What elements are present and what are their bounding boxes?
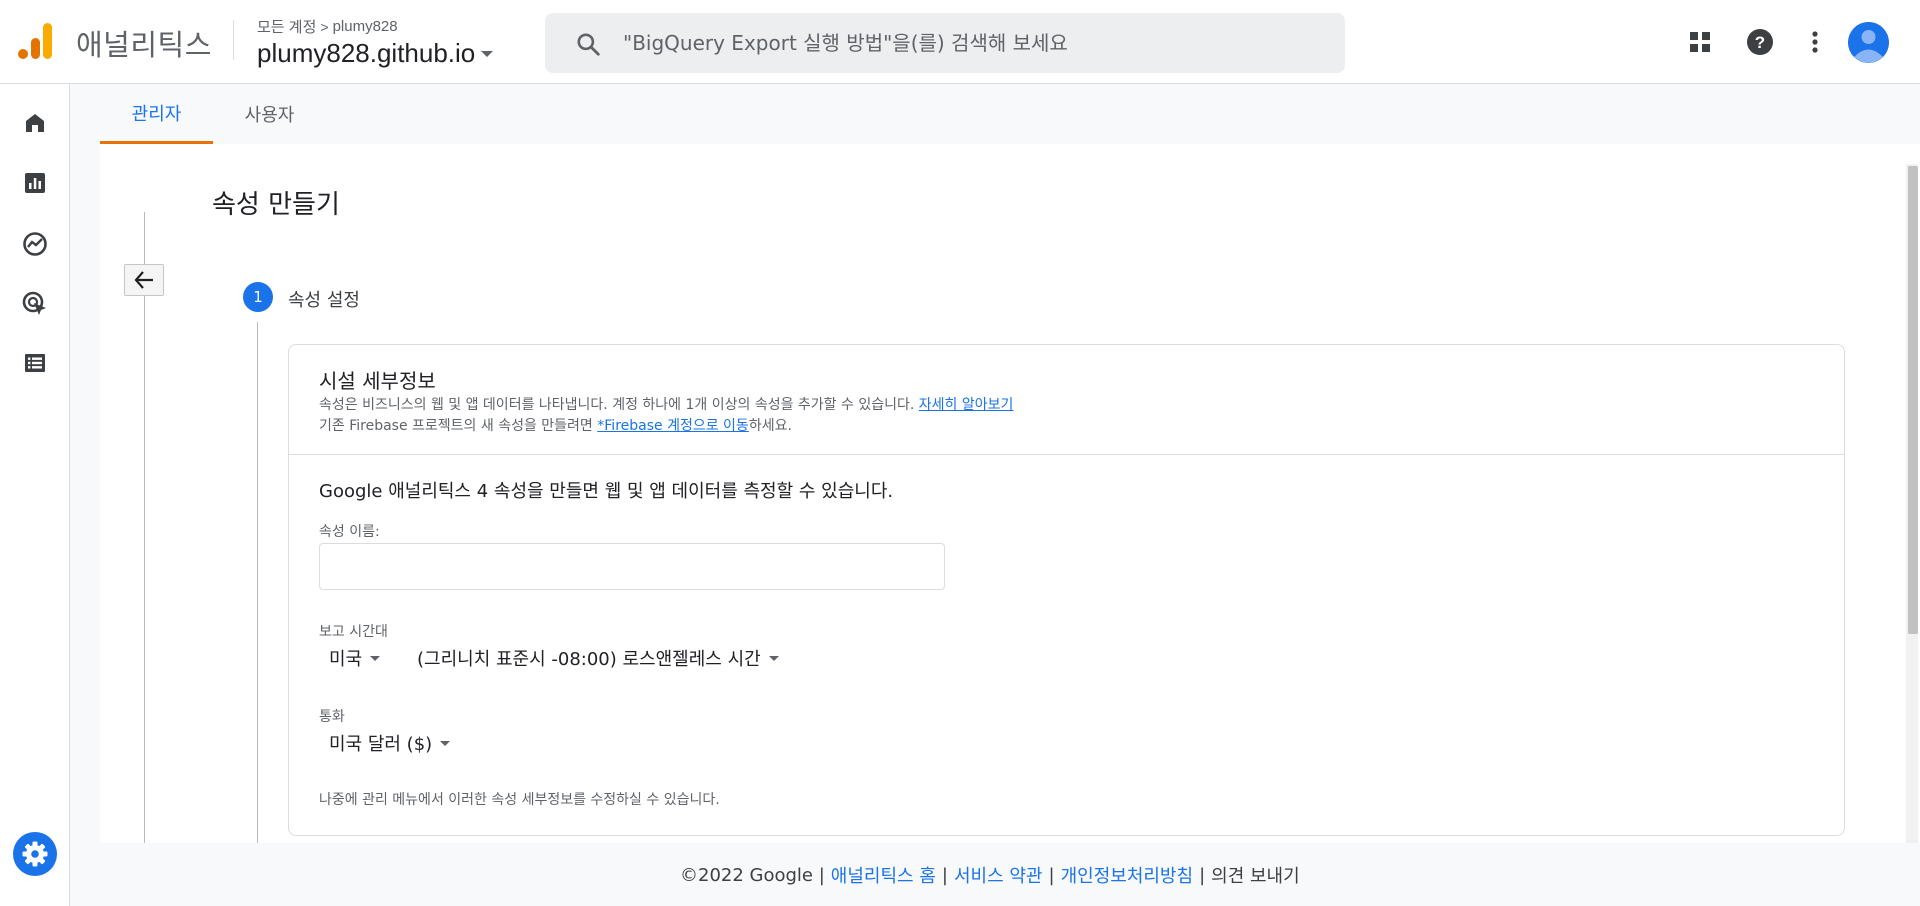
breadcrumb-account[interactable]: plumy828 — [333, 18, 398, 35]
card-description: 속성은 비즈니스의 웹 및 앱 데이터를 나타냅니다. 계정 하나에 1개 이상… — [319, 395, 1013, 437]
header-divider — [233, 20, 234, 60]
search-bar[interactable] — [545, 13, 1345, 73]
page-footer: ©2022 Google | 애널리틱스 홈 | 서비스 약관 | 개인정보처리… — [680, 862, 1300, 888]
more-options-button[interactable] — [1795, 22, 1835, 62]
analytics-home-link[interactable]: 애널리틱스 홈 — [831, 862, 936, 888]
learn-more-link[interactable]: 자세히 알아보기 — [919, 397, 1014, 413]
step-label: 속성 설정 — [288, 290, 360, 311]
timezone-label: 보고 시간대 — [319, 624, 388, 640]
property-selector[interactable]: plumy828.github.io — [257, 38, 494, 69]
home-icon — [26, 114, 44, 132]
caret-down-icon — [440, 740, 451, 746]
arrow-back-icon — [134, 271, 153, 289]
feedback-link[interactable]: 의견 보내기 — [1211, 862, 1300, 888]
caret-down-icon — [768, 655, 779, 661]
footer-separator: | — [1048, 864, 1055, 886]
description-text-1: 속성은 비즈니스의 웹 및 앱 데이터를 나타냅니다. 계정 하나에 1개 이상… — [319, 397, 919, 413]
account-avatar[interactable] — [1848, 22, 1889, 63]
explore-icon — [23, 232, 47, 256]
copyright: ©2022 Google | — [680, 864, 825, 886]
create-property-panel: 속성 만들기 1 속성 설정 시설 세부정보 속성은 비즈니스의 웹 및 앱 데… — [100, 144, 1920, 843]
breadcrumb-separator: > — [320, 18, 329, 35]
apps-button[interactable] — [1680, 22, 1720, 62]
card-header: 시설 세부정보 속성은 비즈니스의 웹 및 앱 데이터를 나타냅니다. 계정 하… — [289, 345, 1844, 455]
breadcrumb: 모든 계정 > plumy828 — [257, 16, 398, 37]
admin-settings-button[interactable] — [13, 832, 57, 876]
advertising-icon — [22, 291, 46, 315]
description-line-1: 속성은 비즈니스의 웹 및 앱 데이터를 나타냅니다. 계정 하나에 1개 이상… — [319, 395, 1013, 416]
firebase-account-link[interactable]: *Firebase 계정으로 이동 — [597, 418, 749, 434]
timezone-value: (그리니치 표준시 -08:00) 로스앤젤레스 시간 — [417, 649, 761, 670]
card-title: 시설 세부정보 — [319, 369, 436, 393]
step-number-badge: 1 — [243, 282, 273, 312]
nav-advertising[interactable] — [18, 287, 52, 321]
settings-icon — [22, 841, 48, 867]
terms-link[interactable]: 서비스 약관 — [954, 862, 1043, 888]
country-value: 미국 — [329, 649, 363, 670]
timezone-dropdown[interactable]: (그리니치 표준시 -08:00) 로스앤젤레스 시간 — [417, 645, 779, 671]
more-vert-icon — [1812, 31, 1818, 53]
tab-admin[interactable]: 관리자 — [100, 84, 213, 144]
property-name: plumy828.github.io — [257, 38, 476, 68]
apps-grid-icon — [1690, 32, 1710, 52]
currency-value: 미국 달러 ($) — [329, 734, 433, 755]
page-title: 속성 만들기 — [212, 190, 340, 220]
scrollbar-thumb[interactable] — [1908, 166, 1918, 634]
nav-reports[interactable] — [18, 166, 52, 200]
tab-user[interactable]: 사용자 — [213, 84, 326, 144]
caret-down-icon — [481, 50, 494, 57]
property-details-card: 시설 세부정보 속성은 비즈니스의 웹 및 앱 데이터를 나타냅니다. 계정 하… — [288, 344, 1845, 836]
app-name: 애널리틱스 — [76, 30, 212, 62]
account-avatar-icon — [1848, 22, 1889, 63]
nav-explore[interactable] — [18, 227, 52, 261]
footer-separator: | — [941, 864, 948, 886]
caret-down-icon — [370, 655, 381, 661]
configure-icon — [25, 354, 45, 372]
country-dropdown[interactable]: 미국 — [329, 645, 381, 671]
search-input[interactable] — [623, 25, 1323, 61]
property-name-input[interactable] — [319, 543, 945, 590]
help-icon: ? — [1747, 29, 1773, 55]
description-text-3: 하세요. — [748, 418, 792, 434]
description-text-2: 기존 Firebase 프로젝트의 새 속성을 만들려면 — [319, 418, 598, 434]
currency-dropdown[interactable]: 미국 달러 ($) — [329, 730, 451, 756]
svg-text:?: ? — [1755, 33, 1765, 52]
currency-label: 통화 — [319, 709, 345, 725]
inner-timeline-line — [257, 322, 258, 843]
nav-configure[interactable] — [18, 346, 52, 380]
analytics-logo-icon[interactable] — [18, 22, 52, 60]
nav-home[interactable] — [18, 106, 52, 140]
outer-timeline-line — [144, 212, 145, 843]
help-button[interactable]: ? — [1740, 22, 1780, 62]
search-icon — [577, 33, 600, 56]
footer-separator: | — [1199, 864, 1206, 886]
privacy-link[interactable]: 개인정보처리방침 — [1061, 862, 1193, 888]
top-app-bar: 애널리틱스 모든 계정 > plumy828 plumy828.github.i… — [0, 0, 1920, 84]
edit-later-note: 나중에 관리 메뉴에서 이러한 속성 세부정보를 수정하실 수 있습니다. — [319, 792, 720, 808]
reports-icon — [25, 173, 45, 193]
breadcrumb-root[interactable]: 모든 계정 — [257, 16, 316, 37]
back-button[interactable] — [124, 264, 164, 296]
ga4-intro-text: Google 애널리틱스 4 속성을 만들면 웹 및 앱 데이터를 측정할 수 … — [319, 481, 894, 502]
property-name-label: 속성 이름: — [319, 524, 380, 540]
left-navigation — [0, 84, 70, 906]
description-line-2: 기존 Firebase 프로젝트의 새 속성을 만들려면 *Firebase 계… — [319, 416, 1013, 437]
